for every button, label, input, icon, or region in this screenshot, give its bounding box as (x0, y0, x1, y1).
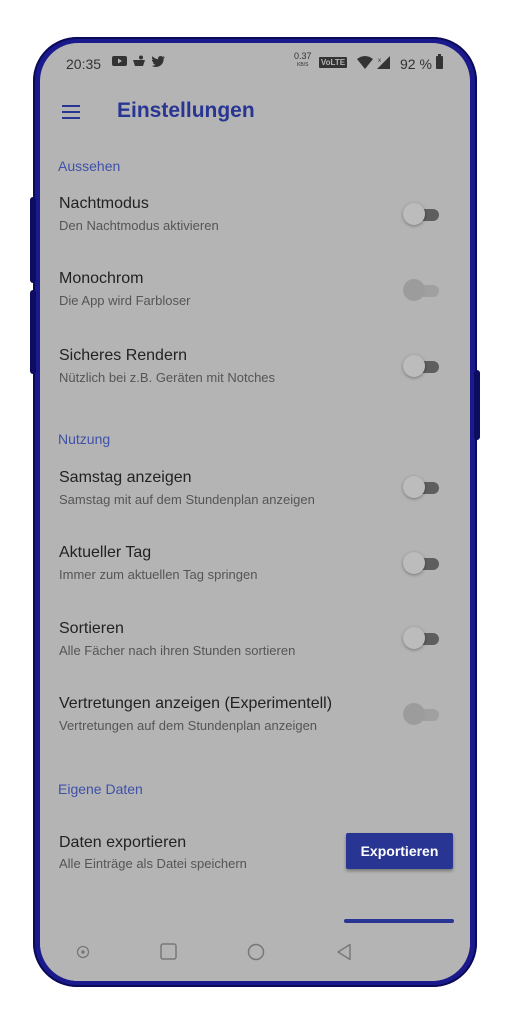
power-button (474, 370, 480, 440)
volume-down-button (30, 290, 36, 374)
page-title: Einstellungen (117, 99, 255, 122)
status-time: 20:35 (66, 56, 102, 72)
sort-toggle[interactable] (403, 626, 441, 650)
pot-icon (132, 55, 146, 70)
battery-percent: 92 % (400, 56, 432, 72)
setting-title: Sicheres Rendern (59, 347, 188, 364)
screen: 20:35 0.37 KB/S VoLTE x 92 % Einstellung… (40, 43, 470, 981)
current-day-toggle[interactable] (403, 551, 441, 575)
show-saturday-toggle[interactable] (403, 475, 441, 499)
partially-visible-button[interactable] (344, 919, 454, 923)
safe-rendering-toggle[interactable] (403, 354, 441, 378)
network-speed-unit: KB/S (297, 62, 309, 68)
section-header-own-data: Eigene Daten (58, 781, 143, 797)
monochrome-toggle[interactable] (403, 278, 441, 302)
section-header-appearance: Aussehen (58, 158, 121, 174)
volume-up-button (30, 197, 36, 283)
app-bar: Einstellungen (40, 83, 470, 139)
setting-subtitle: Alle Fächer nach ihren Stunden sortieren (59, 643, 296, 658)
setting-subtitle: Nützlich bei z.B. Geräten mit Notches (59, 370, 276, 385)
setting-title: Vertretungen anzeigen (Experimentell) (59, 695, 333, 712)
setting-title: Samstag anzeigen (59, 469, 192, 486)
setting-title: Monochrom (59, 270, 144, 287)
menu-icon[interactable] (62, 105, 80, 119)
setting-title: Daten exportieren (59, 834, 187, 851)
setting-subtitle: Die App wird Farbloser (59, 293, 191, 308)
volte-badge: VoLTE (319, 57, 347, 68)
home-icon[interactable] (247, 943, 265, 966)
system-nav-bar (40, 925, 470, 981)
recents-icon[interactable] (160, 943, 177, 965)
setting-title: Aktueller Tag (59, 544, 152, 561)
setting-subtitle: Samstag mit auf dem Stundenplan anzeigen (59, 492, 315, 507)
setting-subtitle: Alle Einträge als Datei speichern (59, 856, 247, 871)
network-speed-value: 0.37 (294, 51, 312, 61)
signal-icon: x (377, 56, 391, 72)
section-header-usage: Nutzung (58, 431, 111, 447)
svg-text:x: x (378, 58, 381, 64)
substitutions-toggle[interactable] (403, 702, 441, 726)
export-button[interactable]: Exportieren (346, 833, 453, 869)
setting-subtitle: Den Nachtmodus aktivieren (59, 218, 219, 233)
network-speed: 0.37 KB/S (294, 52, 312, 70)
setting-subtitle: Vertretungen auf dem Stundenplan anzeige… (59, 718, 318, 733)
wifi-icon (357, 56, 373, 72)
assistant-dot-icon[interactable] (76, 945, 90, 964)
battery-icon (436, 54, 443, 69)
night-mode-toggle[interactable] (403, 202, 441, 226)
status-bar: 20:35 0.37 KB/S VoLTE x 92 % (40, 43, 470, 83)
back-icon[interactable] (336, 943, 352, 966)
youtube-icon (112, 55, 127, 70)
twitter-icon (151, 55, 165, 70)
setting-title: Sortieren (59, 620, 124, 637)
setting-subtitle: Immer zum aktuellen Tag springen (59, 567, 258, 582)
setting-title: Nachtmodus (59, 195, 149, 212)
